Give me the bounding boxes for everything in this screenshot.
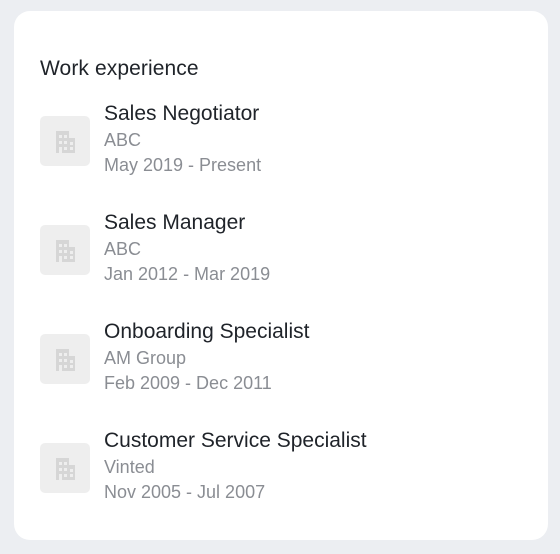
experience-list: Sales Negotiator ABC May 2019 - Present … — [40, 100, 528, 536]
company-name: AM Group — [104, 348, 187, 368]
employment-dates: May 2019 - Present — [104, 155, 262, 175]
building-icon — [56, 131, 75, 153]
experience-details: Customer Service Specialist Vinted Nov 2… — [104, 427, 367, 505]
company-name: Vinted — [104, 457, 155, 477]
company-logo — [40, 116, 90, 166]
building-icon — [56, 240, 75, 262]
employment-dates: Feb 2009 - Dec 2011 — [104, 373, 272, 393]
employment-dates: Jan 2012 - Mar 2019 — [104, 264, 271, 284]
building-icon — [56, 349, 75, 371]
work-experience-card: Work experience Sales Negotiator ABC May… — [14, 11, 548, 540]
building-icon — [56, 458, 75, 480]
company-logo — [40, 225, 90, 275]
company-name: ABC — [104, 239, 142, 259]
job-title: Sales Manager — [104, 211, 246, 234]
experience-details: Sales Manager ABC Jan 2012 - Mar 2019 — [104, 209, 270, 287]
job-title: Customer Service Specialist — [104, 429, 367, 452]
company-logo — [40, 443, 90, 493]
experience-item[interactable]: Sales Negotiator ABC May 2019 - Present — [40, 100, 528, 209]
experience-details: Onboarding Specialist AM Group Feb 2009 … — [104, 318, 309, 396]
job-title: Onboarding Specialist — [104, 320, 310, 343]
company-logo — [40, 334, 90, 384]
job-title: Sales Negotiator — [104, 102, 260, 125]
experience-item[interactable]: Onboarding Specialist AM Group Feb 2009 … — [40, 318, 528, 427]
experience-item[interactable]: Customer Service Specialist Vinted Nov 2… — [40, 427, 528, 536]
company-name: ABC — [104, 130, 142, 150]
experience-item[interactable]: Sales Manager ABC Jan 2012 - Mar 2019 — [40, 209, 528, 318]
experience-details: Sales Negotiator ABC May 2019 - Present — [104, 100, 261, 178]
employment-dates: Nov 2005 - Jul 2007 — [104, 482, 266, 502]
section-title: Work experience — [40, 57, 199, 80]
